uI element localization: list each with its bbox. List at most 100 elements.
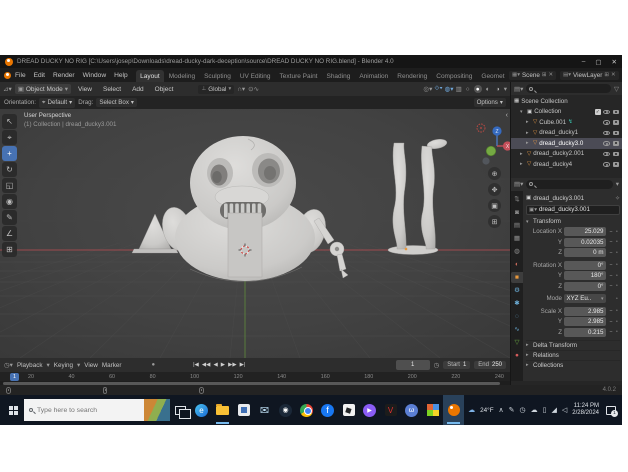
- lock-icon[interactable]: ⌣: [608, 283, 614, 289]
- pin-icon[interactable]: ✧: [615, 195, 620, 202]
- render-camera-icon[interactable]: [613, 162, 620, 167]
- start-button[interactable]: [2, 395, 24, 425]
- navigation-gizmo[interactable]: Z X: [482, 126, 510, 164]
- close-button[interactable]: ✕: [612, 58, 617, 66]
- orientation-dropdown[interactable]: ⌖ Default▾: [39, 98, 75, 108]
- taskbar-game[interactable]: [422, 395, 443, 425]
- scale-y-field[interactable]: 2.985: [564, 317, 606, 326]
- taskbar-edge[interactable]: e: [191, 395, 212, 425]
- taskbar-chrome[interactable]: [296, 395, 317, 425]
- expand-arrow[interactable]: ▸: [520, 161, 525, 167]
- menu-view[interactable]: View: [74, 86, 96, 93]
- tab-scene-icon[interactable]: ◍: [511, 246, 523, 257]
- task-view-button[interactable]: [170, 395, 191, 425]
- tab-object-icon[interactable]: ■: [511, 272, 523, 283]
- lock-icon[interactable]: ⌣: [608, 239, 614, 245]
- search-input[interactable]: [37, 407, 121, 414]
- snap-magnet-icon[interactable]: ∩▾: [237, 85, 245, 93]
- next-keyframe-button[interactable]: ▶▶: [228, 362, 237, 368]
- menu-render[interactable]: Render: [49, 72, 79, 79]
- taskbar-vanced[interactable]: V: [380, 395, 401, 425]
- taskbar-steam[interactable]: ◉: [275, 395, 296, 425]
- tray-expand-icon[interactable]: ∧: [499, 406, 504, 414]
- tab-modeling[interactable]: Modeling: [164, 70, 199, 82]
- animate-dot[interactable]: •: [616, 239, 620, 245]
- menu-object[interactable]: Object: [151, 86, 178, 93]
- object-visibility-icon[interactable]: ◎▾: [423, 85, 432, 93]
- tab-texture-paint[interactable]: Texture Paint: [275, 70, 322, 82]
- shading-material-icon[interactable]: ◐: [484, 85, 492, 93]
- lock-icon[interactable]: ⌣: [608, 308, 614, 314]
- tab-tool-icon[interactable]: ⇅: [511, 194, 523, 205]
- viewlayer-selector[interactable]: ▤▾ ViewLayer ⊞ ✕: [560, 71, 618, 80]
- duck-object[interactable]: [158, 136, 330, 282]
- menu-select[interactable]: Select: [99, 86, 125, 93]
- lock-icon[interactable]: ⌣: [608, 273, 614, 279]
- expand-arrow[interactable]: ▸: [526, 119, 531, 125]
- shading-wireframe-icon[interactable]: ○: [464, 85, 472, 93]
- render-camera-icon[interactable]: [613, 141, 620, 146]
- render-camera-icon[interactable]: [613, 120, 620, 125]
- select-box-tool[interactable]: ↖: [2, 114, 17, 129]
- network-signal-icon[interactable]: ◢: [552, 406, 557, 414]
- tab-viewlayer-icon[interactable]: ▦: [511, 233, 523, 244]
- sidebar-toggle-icon[interactable]: ‹: [506, 112, 508, 119]
- overlays-icon[interactable]: ◍▾: [445, 85, 454, 93]
- tab-animation[interactable]: Animation: [355, 70, 393, 82]
- battery-icon[interactable]: ▯: [543, 406, 547, 414]
- lock-icon[interactable]: ⌣: [608, 319, 614, 325]
- timeline-editor-icon[interactable]: ◷▾: [4, 361, 13, 369]
- timeline-ruler[interactable]: 1 2040 6080 100120 140160 180200 220240: [0, 372, 510, 381]
- playhead[interactable]: 1: [10, 373, 19, 381]
- tab-sculpting[interactable]: Sculpting: [200, 70, 236, 82]
- scale-z-field[interactable]: 0.215: [564, 328, 606, 337]
- prev-keyframe-button[interactable]: ◀◀: [202, 362, 211, 368]
- end-frame-field[interactable]: End250: [474, 361, 506, 369]
- render-camera-icon[interactable]: [613, 110, 620, 115]
- animate-dot[interactable]: •: [616, 319, 620, 325]
- rotation-y-field[interactable]: 180°: [564, 271, 606, 280]
- lock-icon[interactable]: ⌣: [608, 262, 614, 268]
- new-viewlayer-icon[interactable]: ⊞: [604, 72, 609, 78]
- location-x-field[interactable]: 25.029: [564, 227, 606, 236]
- tab-data-icon[interactable]: ▽: [511, 337, 523, 348]
- menu-file[interactable]: File: [11, 72, 30, 79]
- jump-end-button[interactable]: ▶|: [240, 362, 246, 368]
- zoom-view-icon[interactable]: ⊕: [488, 167, 501, 180]
- animate-dot[interactable]: •: [616, 273, 620, 279]
- minimize-button[interactable]: –: [582, 58, 586, 66]
- tab-shading[interactable]: Shading: [322, 70, 355, 82]
- annotate-tool[interactable]: ✎: [2, 210, 17, 225]
- options-dropdown[interactable]: Options▾: [474, 98, 506, 107]
- properties-search[interactable]: [526, 180, 612, 189]
- animate-dot[interactable]: •: [616, 296, 620, 302]
- taskbar-facebook[interactable]: f: [317, 395, 338, 425]
- animate-dot[interactable]: •: [616, 250, 620, 256]
- tab-modifiers-icon[interactable]: ⚙: [511, 285, 523, 296]
- taskbar-media-player[interactable]: ▶: [359, 395, 380, 425]
- remove-viewlayer-icon[interactable]: ✕: [611, 72, 616, 78]
- cursor-tool[interactable]: ⌖: [2, 130, 17, 145]
- taskbar-discord[interactable]: ω: [401, 395, 422, 425]
- animate-dot[interactable]: •: [616, 229, 620, 235]
- proportional-editing-icon[interactable]: ⊙∿: [248, 85, 259, 93]
- lock-icon[interactable]: ⌣: [608, 329, 614, 335]
- render-camera-icon[interactable]: [613, 152, 620, 157]
- xray-icon[interactable]: ▥: [456, 85, 462, 93]
- viewport-3d[interactable]: Z X User Perspective (1) Collection | dr…: [0, 109, 510, 358]
- location-y-field[interactable]: 0.02035: [564, 238, 606, 247]
- measure-tool[interactable]: ∠: [2, 226, 17, 241]
- menu-marker[interactable]: Marker: [102, 362, 122, 369]
- properties-options-icon[interactable]: ▾: [616, 180, 619, 188]
- tab-compositing[interactable]: Compositing: [432, 70, 477, 82]
- unlink-scene-icon[interactable]: ✕: [548, 72, 553, 78]
- pen-icon[interactable]: ✎: [509, 406, 515, 414]
- outliner-row-ducky3-selected[interactable]: ▸ ▽ dread_ducky3.0: [511, 138, 622, 149]
- outliner-row-ducky4[interactable]: ▸ ▽ dread_ducky4: [511, 159, 622, 170]
- auto-key-icon[interactable]: ●: [151, 362, 155, 368]
- shading-solid-icon[interactable]: ●: [474, 85, 482, 93]
- onedrive-cloud-icon[interactable]: ☁: [531, 406, 538, 414]
- taskbar-roblox[interactable]: [338, 395, 359, 425]
- outliner-row-ducky1[interactable]: ▸ ▽ dread_ducky1: [511, 128, 622, 139]
- filter-icon[interactable]: ▽: [614, 85, 619, 93]
